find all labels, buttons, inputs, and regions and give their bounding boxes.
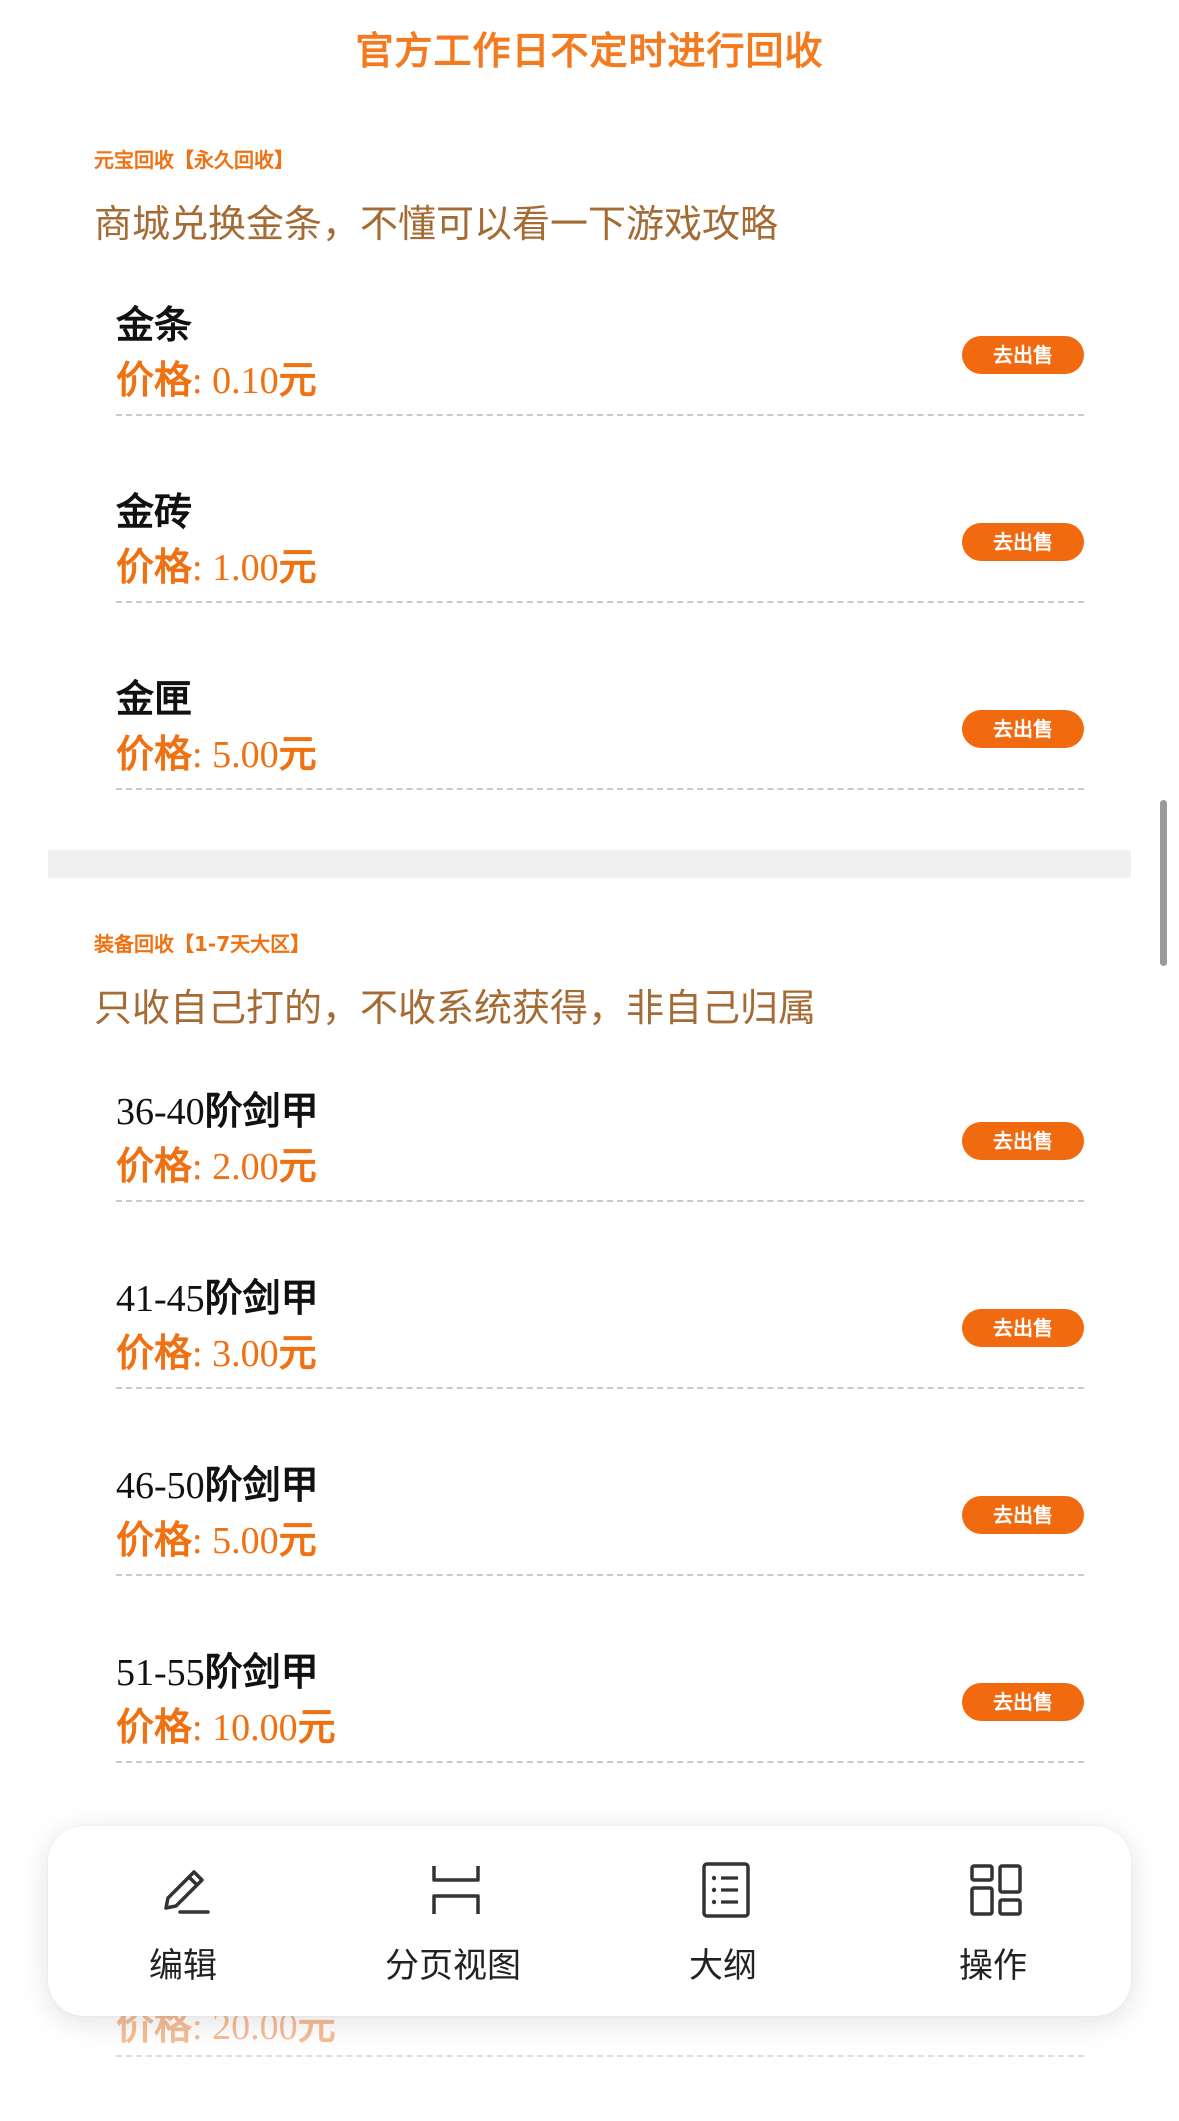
item-name: 金条 [116, 303, 193, 347]
page-view-icon [432, 1866, 480, 1914]
item-name: 41-45阶剑甲 [116, 1276, 319, 1320]
divider [116, 788, 1084, 790]
list-item: 41-45阶剑甲 价格: 3.00元 去出售 [116, 1267, 1084, 1453]
toolbar-edit-button[interactable]: 编辑 [48, 1826, 318, 2016]
toolbar-label: 操作 [959, 1946, 1027, 1986]
sell-button[interactable]: 去出售 [962, 523, 1084, 561]
item-name: 金匣 [116, 677, 193, 721]
item-price: 价格: 10.00元 [116, 1705, 336, 1749]
section-description: 商城兑换金条，不懂可以看一下游戏攻略 [94, 202, 779, 246]
list-item: 金条 价格: 0.10元 去出售 [116, 294, 1084, 480]
divider [116, 1200, 1084, 1202]
toolbar-label: 编辑 [149, 1946, 217, 1986]
sell-button[interactable]: 去出售 [962, 1496, 1084, 1534]
page: 官方工作日不定时进行回收 元宝回收【永久回收】 商城兑换金条，不懂可以看一下游戏… [0, 0, 1179, 2121]
divider [116, 414, 1084, 416]
item-name: 金砖 [116, 490, 193, 534]
list-item: 36-40阶剑甲 价格: 2.00元 去出售 [116, 1080, 1084, 1266]
outline-icon [702, 1862, 750, 1918]
grid-icon [970, 1864, 1022, 1916]
toolbar-label: 大纲 [689, 1946, 757, 1986]
item-name: 51-55阶剑甲 [116, 1650, 319, 1694]
item-name: 36-40阶剑甲 [116, 1089, 319, 1133]
item-price: 价格: 5.00元 [116, 1518, 317, 1562]
section-separator [48, 850, 1131, 878]
item-price: 价格: 0.10元 [116, 358, 317, 402]
list-item: 46-50阶剑甲 价格: 5.00元 去出售 [116, 1454, 1084, 1640]
pencil-icon [164, 1870, 210, 1914]
item-price: 价格: 3.00元 [116, 1331, 317, 1375]
divider [116, 1761, 1084, 1763]
scrollbar[interactable] [1160, 800, 1167, 966]
item-price: 价格: 1.00元 [116, 545, 317, 589]
sell-button[interactable]: 去出售 [962, 1122, 1084, 1160]
item-name: 46-50阶剑甲 [116, 1463, 319, 1507]
list-item: 金匣 价格: 5.00元 去出售 [116, 668, 1084, 854]
divider [116, 601, 1084, 603]
divider [116, 1387, 1084, 1389]
divider [116, 2055, 1084, 2057]
bottom-toolbar: 编辑 分页视图 大纲 操作 [48, 1826, 1131, 2016]
section-tag: 元宝回收【永久回收】 [94, 148, 294, 172]
toolbar-label: 分页视图 [385, 1946, 521, 1986]
toolbar-actions-button[interactable]: 操作 [858, 1826, 1128, 2016]
sell-button[interactable]: 去出售 [962, 336, 1084, 374]
divider [116, 1574, 1084, 1576]
sell-button[interactable]: 去出售 [962, 1309, 1084, 1347]
item-price: 价格: 5.00元 [116, 732, 317, 776]
sell-button[interactable]: 去出售 [962, 1683, 1084, 1721]
list-item: 51-55阶剑甲 价格: 10.00元 去出售 [116, 1641, 1084, 1827]
banner-notice: 官方工作日不定时进行回收 [355, 29, 824, 73]
list-item: 金砖 价格: 1.00元 去出售 [116, 481, 1084, 667]
section-tag: 装备回收【1-7天大区】 [94, 932, 311, 956]
toolbar-outline-button[interactable]: 大纲 [588, 1826, 858, 2016]
sell-button[interactable]: 去出售 [962, 710, 1084, 748]
item-price: 价格: 2.00元 [116, 1144, 317, 1188]
toolbar-page-view-button[interactable]: 分页视图 [318, 1826, 588, 2016]
section-description: 只收自己打的，不收系统获得，非自己归属 [94, 986, 817, 1030]
